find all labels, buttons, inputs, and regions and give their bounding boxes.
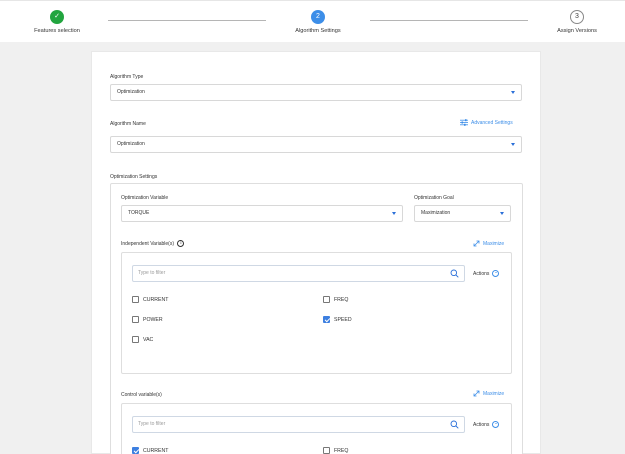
checkbox-box[interactable] xyxy=(323,447,330,454)
algorithm-name-select[interactable]: Optimization xyxy=(110,136,522,153)
advanced-settings-link[interactable]: Advanced Settings xyxy=(460,119,513,126)
expand-icon xyxy=(473,240,480,247)
optimization-settings-panel: Optimization Variable TORQUE Optimizatio… xyxy=(110,183,523,454)
checkbox-label: CURRENT xyxy=(143,447,169,454)
control-variables-box: Type to filter Actions CURRENT FREQ xyxy=(121,403,512,454)
independent-filter-input[interactable]: Type to filter xyxy=(132,265,465,282)
checkbox-box[interactable] xyxy=(132,336,139,343)
checkbox-label: VAC xyxy=(143,336,154,343)
step-algorithm-settings[interactable]: 2 Algorithm Settings xyxy=(273,10,363,34)
step-label: Features selection xyxy=(34,28,80,34)
algorithm-type-value: Optimization xyxy=(117,89,145,95)
filter-placeholder: Type to filter xyxy=(138,270,166,276)
independent-variables-box: Type to filter Actions CURRENT FREQ POWE… xyxy=(121,252,512,374)
checkbox-box[interactable] xyxy=(323,296,330,303)
chevron-down-icon xyxy=(500,212,504,215)
maximize-independent-link[interactable]: Maximize xyxy=(473,240,504,247)
page-background: Algorithm Type Optimization Algorithm Na… xyxy=(0,42,625,454)
info-icon[interactable]: i xyxy=(177,240,185,247)
step-label: Assign Versions xyxy=(557,28,597,34)
actions-label: Actions xyxy=(473,270,490,277)
maximize-control-link[interactable]: Maximize xyxy=(473,390,504,397)
checkbox-freq[interactable]: FREQ xyxy=(323,296,348,303)
checkbox-label: SPEED xyxy=(334,316,352,323)
actions-label: Actions xyxy=(473,421,490,428)
optimization-settings-label: Optimization Settings xyxy=(110,174,158,180)
algorithm-type-select[interactable]: Optimization xyxy=(110,84,522,101)
chevron-down-circle-icon xyxy=(492,421,500,428)
checkbox-power[interactable]: POWER xyxy=(132,316,163,323)
checkbox-box-checked[interactable] xyxy=(323,316,330,323)
expand-icon xyxy=(473,390,480,397)
stepper-connector xyxy=(108,20,266,21)
checkbox-current[interactable]: CURRENT xyxy=(132,447,168,454)
control-filter-input[interactable]: Type to filter xyxy=(132,416,465,433)
step-features-selection[interactable]: ✓ Features selection xyxy=(12,10,102,34)
chevron-down-icon xyxy=(511,91,515,94)
checkbox-label: FREQ xyxy=(334,447,349,454)
checkbox-freq[interactable]: FREQ xyxy=(323,447,348,454)
chevron-down-circle-icon xyxy=(492,270,500,277)
optimization-goal-value: Maximization xyxy=(421,210,451,216)
step-label: Algorithm Settings xyxy=(295,28,341,34)
stepper-connector xyxy=(370,20,528,21)
algorithm-name-label: Algorithm Name xyxy=(110,121,146,127)
search-icon xyxy=(450,420,459,429)
filter-placeholder: Type to filter xyxy=(138,421,166,427)
optimization-variable-value: TORQUE xyxy=(128,210,150,216)
independent-variables-text: Independent Variable(s) xyxy=(121,240,174,247)
search-icon xyxy=(450,269,459,278)
maximize-label: Maximize xyxy=(483,240,505,247)
sliders-icon xyxy=(460,119,468,126)
checkbox-label: FREQ xyxy=(334,296,349,303)
step-number: 2 xyxy=(311,10,325,24)
independent-actions-menu[interactable]: Actions xyxy=(473,270,500,277)
chevron-down-icon xyxy=(392,212,396,215)
stepper: ✓ Features selection 2 Algorithm Setting… xyxy=(0,0,625,42)
step-number: 3 xyxy=(570,10,584,24)
checkbox-box[interactable] xyxy=(132,296,139,303)
check-icon: ✓ xyxy=(50,10,64,24)
advanced-settings-label: Advanced Settings xyxy=(471,119,513,126)
checkbox-label: CURRENT xyxy=(143,296,169,303)
maximize-label: Maximize xyxy=(483,390,505,397)
step-assign-versions[interactable]: 3 Assign Versions xyxy=(532,10,622,34)
independent-variables-label: Independent Variable(s) i xyxy=(121,240,185,247)
settings-card: Algorithm Type Optimization Algorithm Na… xyxy=(91,51,541,454)
optimization-variable-select[interactable]: TORQUE xyxy=(121,205,403,222)
checkbox-box-checked[interactable] xyxy=(132,447,139,454)
optimization-variable-label: Optimization Variable xyxy=(121,195,169,201)
checkbox-box[interactable] xyxy=(132,316,139,323)
control-actions-menu[interactable]: Actions xyxy=(473,421,500,428)
control-variables-label: Control variable(s) xyxy=(121,392,162,398)
checkbox-vac[interactable]: VAC xyxy=(132,336,153,343)
checkbox-label: POWER xyxy=(143,316,163,323)
algorithm-name-value: Optimization xyxy=(117,141,145,147)
algorithm-type-label: Algorithm Type xyxy=(110,74,144,80)
checkbox-speed[interactable]: SPEED xyxy=(323,316,352,323)
checkbox-current[interactable]: CURRENT xyxy=(132,296,168,303)
optimization-goal-label: Optimization Goal xyxy=(414,195,454,201)
optimization-goal-select[interactable]: Maximization xyxy=(414,205,511,222)
chevron-down-icon xyxy=(511,143,515,146)
